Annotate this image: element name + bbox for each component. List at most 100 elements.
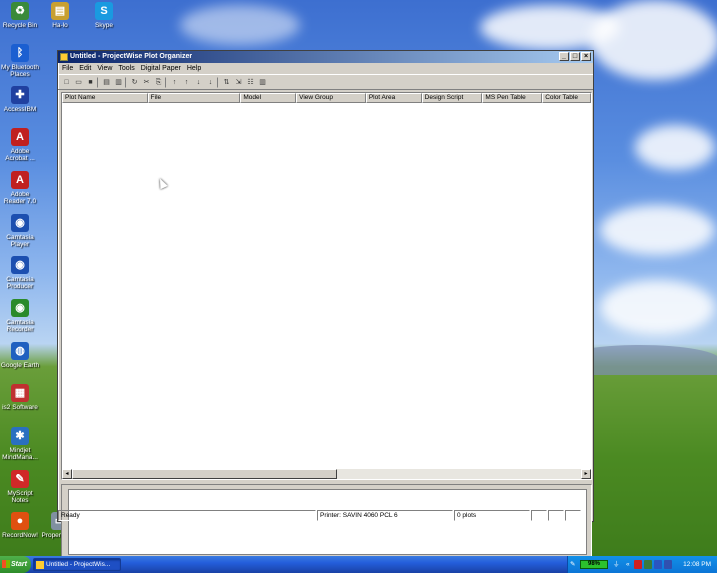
desktop-icon[interactable]: S Skype [84,2,124,29]
status-pane [565,510,581,521]
minimize-button[interactable]: _ [559,52,569,61]
skype-icon: S [95,2,113,20]
plot-list[interactable]: Plot Name File Model View Group Plot Are… [61,92,592,480]
power-plug-icon[interactable]: ⏚ [613,556,620,573]
desktop-icon-label: MyScript Notes [7,490,33,504]
toolbar-button-icon[interactable]: ↑ [169,77,180,88]
column-plot-area[interactable]: Plot Area [365,93,422,103]
toolbar-button-icon[interactable]: ✂ [141,77,152,88]
toolbar-button-icon[interactable]: ▭ [73,77,84,88]
close-button[interactable]: × [581,52,591,61]
is2-software-icon: ▦ [11,384,29,402]
column-design-script[interactable]: Design Script [421,93,483,103]
details-pane [61,484,592,560]
toolbar-button-icon[interactable]: ⇅ [221,77,232,88]
windows-logo-icon [2,560,10,568]
start-button[interactable]: Start [0,556,31,573]
network-icon[interactable] [644,560,652,569]
desktop-icon[interactable]: ◍ Google Earth [0,342,40,369]
desktop-icon[interactable]: ✎ MyScript Notes [0,470,40,504]
menu-file[interactable]: File [62,63,73,74]
toolbar-button-icon[interactable]: ▤ [101,77,112,88]
desktop-icon[interactable]: ♻ Recycle Bin [0,2,40,29]
toolbar-button-icon[interactable]: ▥ [113,77,124,88]
desktop-icon[interactable]: A Adobe Acrobat ... [0,128,40,162]
battery-indicator[interactable]: 98% [580,560,608,569]
status-printer: Printer: SAVIN 4060 PCL 6 [317,510,453,521]
desktop-icon[interactable]: ᛒ My Bluetooth Places [0,44,40,78]
toolbar-button-icon[interactable]: ■ [85,77,96,88]
menu-digital-paper[interactable]: Digital Paper [141,63,181,74]
recordnow-icon: ● [11,512,29,530]
desktop-icon[interactable]: ▤ Ha-lo [40,2,80,29]
taskbar: Start Untitled - ProjectWis... ✎ 98% ⏚ «… [0,556,717,573]
status-ready: Ready [58,510,316,521]
column-file[interactable]: File [147,93,241,103]
desktop-icon[interactable]: ✚ AccessIBM [0,86,40,113]
desktop-icon[interactable]: ◉ Camtasia Player [0,214,40,248]
menu-edit[interactable]: Edit [79,63,91,74]
desktop-icon-label: RecordNow! [2,532,38,539]
expand-tray-icon[interactable]: « [626,556,630,573]
toolbar-button-icon[interactable]: ⇲ [233,77,244,88]
toolbar-button-icon[interactable]: □ [61,77,72,88]
desktop-icon[interactable]: ▦ is2 Software [0,384,40,411]
desktop-icon-label: Recycle Bin [2,22,38,29]
toolbar-button-icon[interactable]: ↓ [205,77,216,88]
toolbar-button-icon[interactable]: ▥ [257,77,268,88]
desktop-icon-label: Adobe Acrobat ... [5,148,35,162]
desktop-icon[interactable]: ✱ Mindjet MindMana... [0,427,40,461]
column-headers: Plot Name File Model View Group Plot Are… [62,93,591,103]
toolbar-separator [217,76,220,88]
camtasia-producer-icon: ◉ [11,256,29,274]
horizontal-scrollbar[interactable]: ◂ ▸ [62,469,591,479]
speaker-icon[interactable] [664,560,672,569]
menu-view[interactable]: View [97,63,112,74]
toolbar: □ ▭ ■ ▤ ▥ ↻ ✂ ⎘ ↑ ↑ ↓ ↓ ⇅ ⇲ ☷ ▥ [58,74,593,90]
folder-icon: ▤ [51,2,69,20]
window-title: Untitled - ProjectWise Plot Organizer [70,53,193,60]
desktop-icon[interactable]: ● RecordNow! [0,512,40,539]
maximize-button[interactable]: □ [570,52,580,61]
details-area[interactable] [68,489,587,555]
desktop-icon-label: Camtasia Producer [6,276,34,290]
column-ms-pen-table[interactable]: MS Pen Table [482,93,543,103]
desktop-icon[interactable]: ◉ Camtasia Producer [0,256,40,290]
menu-help[interactable]: Help [187,63,201,74]
desktop-icon-label: AccessIBM [3,106,37,113]
toolbar-button-icon[interactable]: ↻ [129,77,140,88]
toolbar-button-icon[interactable]: ☷ [245,77,256,88]
google-earth-icon: ◍ [11,342,29,360]
menu-tools[interactable]: Tools [118,63,134,74]
toolbar-separator [165,76,168,88]
column-color-table[interactable]: Color Table [542,93,591,103]
acrobat-icon: A [11,128,29,146]
toolbar-button-icon[interactable]: ↑ [181,77,192,88]
desktop-icon-label: Skype [94,22,114,29]
pen-icon[interactable]: ✎ [570,556,575,573]
status-plot-count: 0 plots [454,510,530,521]
column-model[interactable]: Model [240,93,297,103]
column-plot-name[interactable]: Plot Name [62,93,148,103]
title-bar[interactable]: Untitled - ProjectWise Plot Organizer _ … [58,51,593,63]
desktop-icon-label: Camtasia Player [6,234,34,248]
scroll-right-icon[interactable]: ▸ [581,469,591,479]
desktop-icon[interactable]: ◉ Camtasia Recorder [0,299,40,333]
toolbar-separator [97,76,100,88]
security-icon[interactable] [634,560,642,569]
myscript-icon: ✎ [11,470,29,488]
column-view-group[interactable]: View Group [296,93,366,103]
scroll-thumb[interactable] [72,469,337,479]
taskbar-item-plot-organizer[interactable]: Untitled - ProjectWis... [33,558,121,571]
adobe-reader-icon: A [11,171,29,189]
desktop-icon-label: Mindjet MindMana... [2,447,38,461]
bluetooth-icon[interactable] [654,560,662,569]
desktop-icon[interactable]: A Adobe Reader 7.0 [0,171,40,205]
desktop-icon-label: Adobe Reader 7.0 [3,191,37,205]
toolbar-button-icon[interactable]: ↓ [193,77,204,88]
toolbar-button-icon[interactable]: ⎘ [153,77,164,88]
scroll-left-icon[interactable]: ◂ [62,469,72,479]
clock[interactable]: 12:08 PM [683,556,711,573]
recycle-bin-icon: ♻ [11,2,29,20]
camtasia-recorder-icon: ◉ [11,299,29,317]
